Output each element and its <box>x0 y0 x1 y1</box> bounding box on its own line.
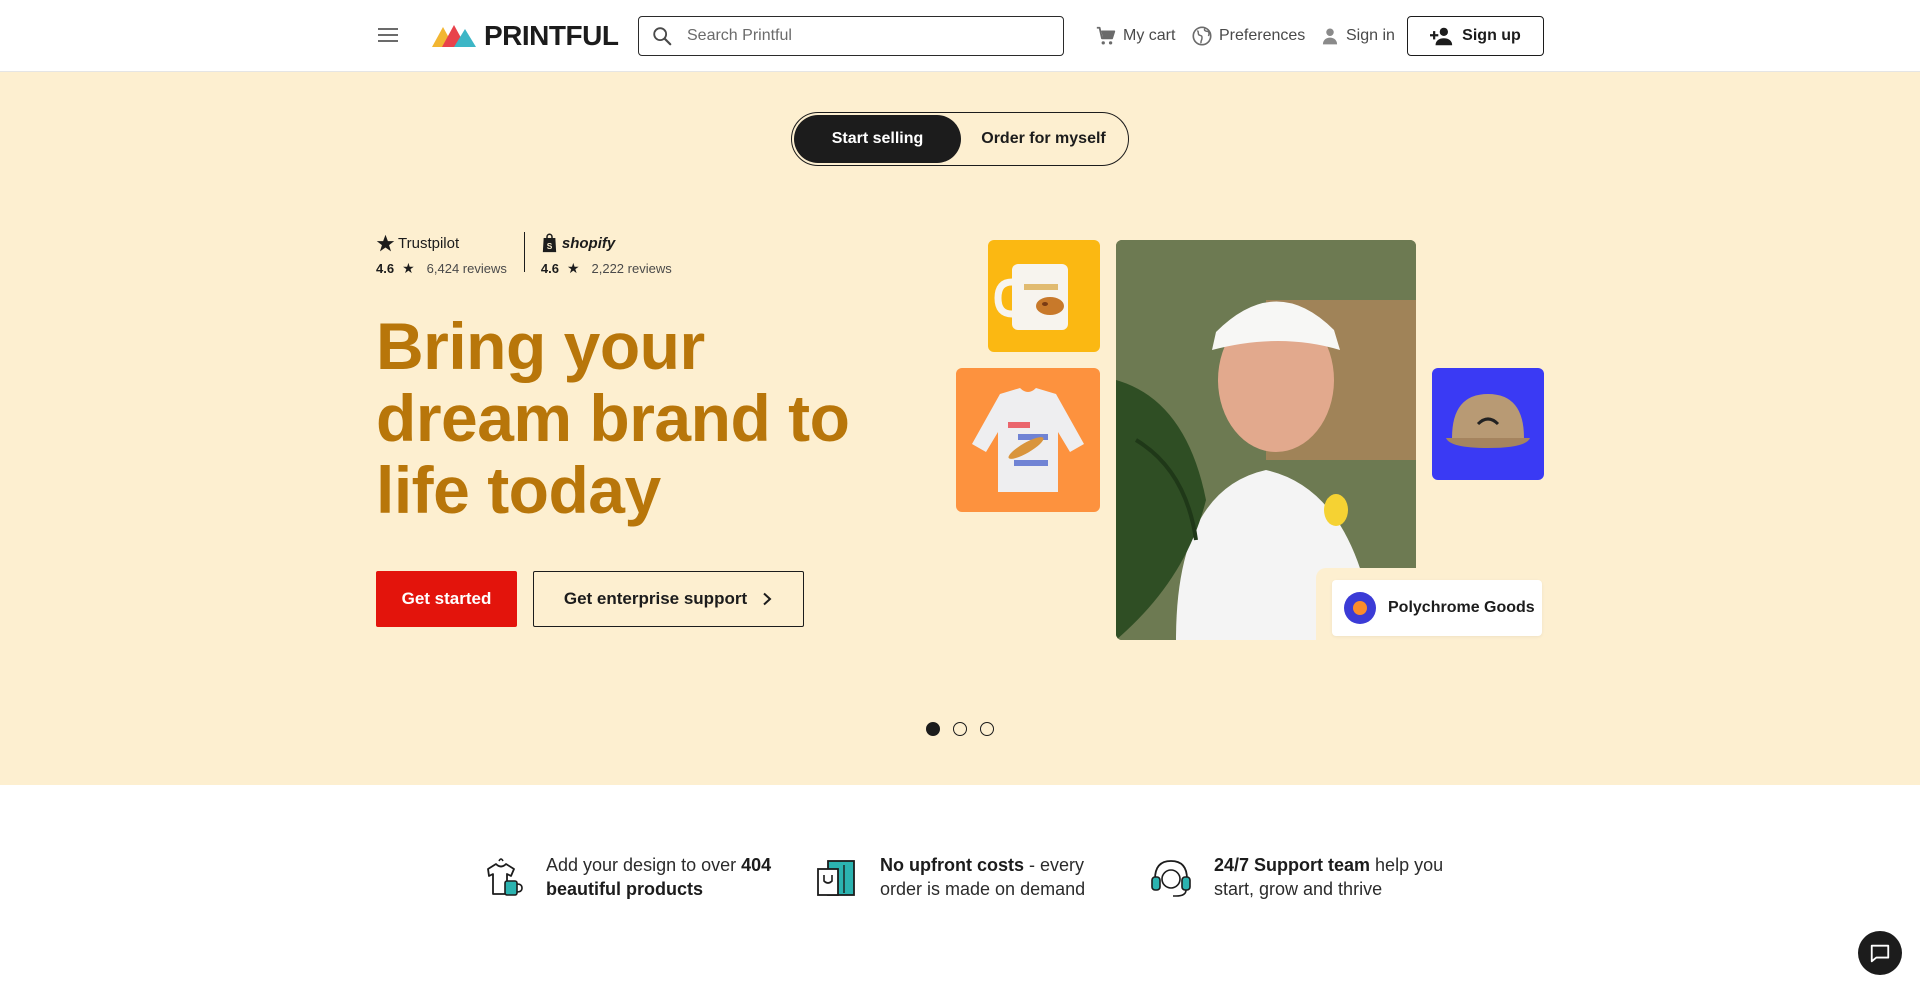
signup-button[interactable]: Sign up <box>1407 16 1544 56</box>
shopify-score: 4.6 <box>540 261 559 276</box>
feature-support: 24/7 Support team help you start, grow a… <box>1148 853 1454 901</box>
enterprise-support-label: Get enterprise support <box>563 589 748 608</box>
logo-text: PRINTFUL <box>484 20 619 51</box>
brand-card-name: Polychrome Goods <box>1388 599 1535 616</box>
brand-card: Polychrome Goods <box>1316 568 1544 640</box>
products-icon <box>487 858 523 896</box>
carousel-dot-1[interactable] <box>926 722 940 736</box>
signin-link[interactable]: Sign in <box>1320 24 1395 48</box>
trustpilot-score: 4.6 <box>376 261 395 276</box>
hamburger-menu-icon[interactable] <box>376 24 400 48</box>
star-icon: ★ <box>566 260 580 276</box>
carousel-dot-3[interactable] <box>980 722 994 736</box>
search-box[interactable] <box>638 16 1064 56</box>
cap-product-image <box>1432 368 1544 480</box>
shopify-brand: shopify <box>561 234 616 252</box>
brand-card-content[interactable]: Polychrome Goods <box>1332 580 1542 636</box>
feature-products-text: Add your design to over 404 beautiful pr… <box>546 855 772 899</box>
feature-products: Add your design to over 404 beautiful pr… <box>480 853 786 901</box>
add-user-icon <box>1430 27 1453 46</box>
svg-text:S: S <box>547 241 553 251</box>
order-for-myself-toggle[interactable]: Order for myself <box>961 115 1126 163</box>
trustpilot-reviews: 6,424 reviews <box>426 261 507 276</box>
ratings-divider <box>523 232 525 272</box>
user-icon <box>1322 28 1338 45</box>
site-header: PRINTFUL My cart Preferences Sign in Sig… <box>0 0 1920 72</box>
chat-icon <box>1870 944 1890 963</box>
logo-mark-icon <box>432 25 476 47</box>
get-started-button[interactable]: Get started <box>376 571 517 627</box>
chevron-right-icon <box>763 592 772 606</box>
start-selling-toggle[interactable]: Start selling <box>794 115 961 163</box>
star-icon: ★ <box>402 260 415 276</box>
search-icon <box>653 27 672 46</box>
audience-toggle: Start selling Order for myself <box>791 112 1129 166</box>
cart-link[interactable]: My cart <box>1095 24 1175 48</box>
feature-no-upfront: No upfront costs - every order is made o… <box>814 853 1120 901</box>
headset-icon <box>1151 860 1191 897</box>
shopify-reviews: 2,222 reviews <box>591 261 672 276</box>
shopify-rating[interactable]: S shopify 4.6 ★ 2,222 reviews <box>541 230 672 277</box>
search-input[interactable] <box>687 27 1027 45</box>
feature-no-upfront-text: No upfront costs - every order is made o… <box>880 855 1086 899</box>
cart-label: My cart <box>1123 27 1176 44</box>
signin-label: Sign in <box>1346 27 1395 44</box>
ratings-row: Trustpilot 4.6 ★ 6,424 reviews S shopify… <box>376 230 672 277</box>
shopify-bag-icon: S <box>542 233 557 253</box>
brand-avatar <box>1344 592 1376 624</box>
hero-headline: Bring your dream brand to life today <box>376 309 850 527</box>
printful-logo[interactable]: PRINTFUL <box>432 20 619 51</box>
feature-support-text: 24/7 Support team help you start, grow a… <box>1214 855 1444 899</box>
chat-button[interactable] <box>1858 931 1902 975</box>
trustpilot-rating[interactable]: Trustpilot 4.6 ★ 6,424 reviews <box>376 230 507 277</box>
carousel-dot-2[interactable] <box>953 722 967 736</box>
shopping-bag-icon <box>817 860 855 896</box>
trustpilot-star-icon <box>376 234 395 251</box>
sweatshirt-product-image <box>956 368 1100 512</box>
cart-icon <box>1096 26 1116 45</box>
globe-icon <box>1192 26 1212 46</box>
preferences-label: Preferences <box>1219 27 1306 44</box>
preferences-link[interactable]: Preferences <box>1191 24 1305 48</box>
mug-product-image <box>988 240 1100 352</box>
signup-label: Sign up <box>1462 27 1521 44</box>
hero-section: Start selling Order for myself Trustpilo… <box>0 72 1920 785</box>
features-section: Add your design to over 404 beautiful pr… <box>0 785 1920 993</box>
enterprise-support-button[interactable]: Get enterprise support <box>533 571 804 627</box>
carousel-dots <box>926 722 1007 736</box>
trustpilot-brand: Trustpilot <box>398 234 460 252</box>
